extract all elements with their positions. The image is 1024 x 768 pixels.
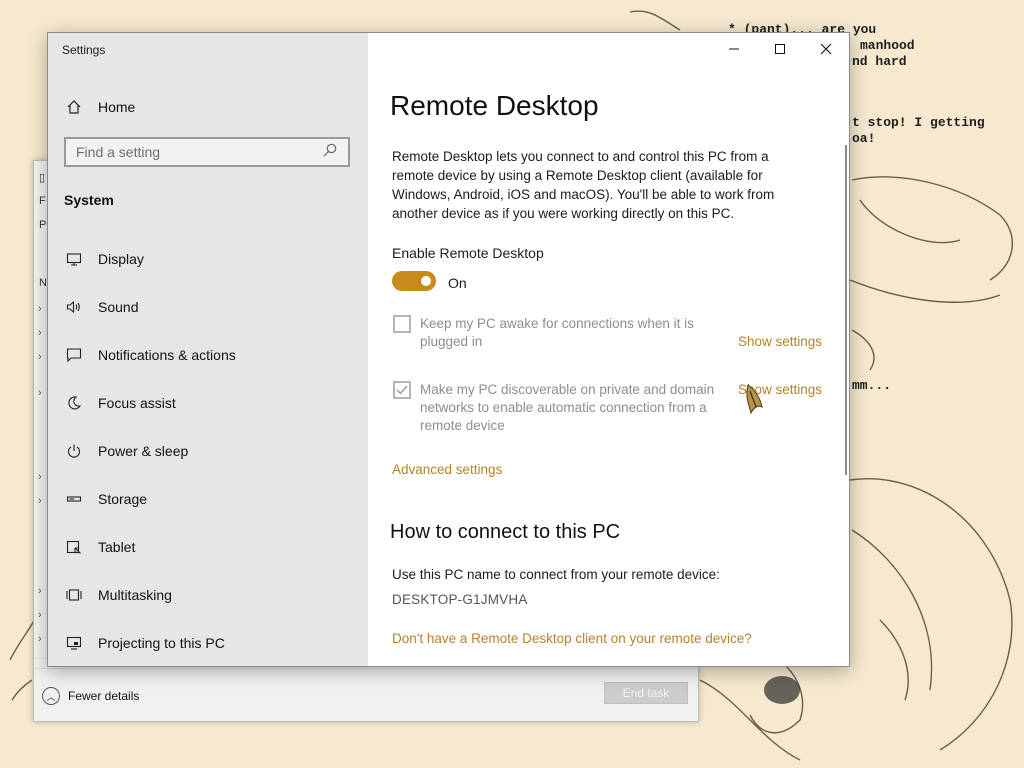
projector-icon [64,635,84,651]
nav-storage-label: Storage [98,491,148,507]
expand-chevron-icon[interactable]: › [38,633,42,645]
nav-home-label: Home [98,99,136,115]
expand-chevron-icon[interactable]: › [38,495,42,507]
keep-awake-checkbox[interactable] [393,315,411,333]
checkmark-icon [396,385,408,395]
pc-name: DESKTOP-G1JMVHA [392,592,528,607]
home-icon [64,99,84,115]
get-client-link[interactable]: Don't have a Remote Desktop client on yo… [392,631,752,646]
moon-icon [64,395,84,411]
fewer-details-button[interactable]: ︿ Fewer details [42,687,139,705]
enable-remote-desktop-toggle[interactable] [392,271,436,291]
close-icon [820,43,832,55]
keep-awake-show-settings-link[interactable]: Show settings [738,334,822,349]
nav-notifications-label: Notifications & actions [98,347,236,363]
storage-icon [64,491,84,507]
minimize-button[interactable] [711,33,757,65]
nav-tablet-label: Tablet [98,539,136,555]
end-task-button[interactable]: End task [604,682,688,704]
nav-power-sleep-label: Power & sleep [98,443,189,459]
nav-home[interactable]: Home [48,87,368,127]
toggle-state-label: On [448,275,467,291]
task-manager-letter: F [39,195,46,207]
speaker-icon [64,299,84,315]
expand-chevron-icon[interactable]: › [38,471,42,483]
nav-sound[interactable]: Sound [48,287,368,327]
power-icon [64,443,84,459]
expand-chevron-icon[interactable]: › [38,303,42,315]
nav-focus-assist[interactable]: Focus assist [48,383,368,423]
task-manager-footer: ︿ Fewer details End task [34,668,698,721]
nav-focus-assist-label: Focus assist [98,395,176,411]
display-icon [64,251,84,267]
nav-sound-label: Sound [98,299,139,315]
comic-text-line: mm... [852,378,892,393]
chevron-up-icon: ︿ [42,687,60,705]
settings-window: Settings Home System Display Sound [47,32,850,667]
nav-power-sleep[interactable]: Power & sleep [48,431,368,471]
nav-storage[interactable]: Storage [48,479,368,519]
how-to-connect-heading: How to connect to this PC [390,521,621,543]
maximize-icon [775,44,785,54]
settings-content: Remote Desktop Remote Desktop lets you c… [368,33,849,666]
keep-awake-label: Keep my PC awake for connections when it… [420,316,694,349]
expand-chevron-icon[interactable]: › [38,609,42,621]
window-title: Settings [62,43,106,57]
close-button[interactable] [803,33,849,65]
notification-icon [64,347,84,363]
search-icon[interactable] [322,142,340,163]
comic-text-line: manhood [860,38,915,53]
nav-projecting[interactable]: Projecting to this PC [48,623,368,663]
comic-text-line: t stop! I getting [852,115,985,130]
mouse-cursor-icon [746,384,763,415]
nav-display-label: Display [98,251,144,267]
tablet-icon [64,539,84,555]
find-setting-search[interactable] [64,137,350,167]
task-manager-letter: N [39,277,47,289]
remote-desktop-description: Remote Desktop lets you connect to and c… [392,149,775,221]
advanced-settings-link[interactable]: Advanced settings [392,462,502,477]
task-manager-letter: P [39,219,47,231]
nav-display[interactable]: Display [48,239,368,279]
section-title: System [64,192,114,208]
expand-chevron-icon[interactable]: › [38,327,42,339]
toggle-knob [421,276,431,286]
fewer-details-label: Fewer details [68,689,140,703]
expand-chevron-icon[interactable]: › [38,387,42,399]
expand-chevron-icon[interactable]: › [38,585,42,597]
maximize-button[interactable] [757,33,803,65]
settings-sidebar: Settings Home System Display Sound [48,33,368,666]
comic-text-line: oa! [852,131,876,146]
page-title: Remote Desktop [390,90,599,121]
nav-tablet[interactable]: Tablet [48,527,368,567]
nav-multitasking-label: Multitasking [98,587,172,603]
search-input[interactable] [74,143,322,161]
nav-notifications[interactable]: Notifications & actions [48,335,368,375]
nav-multitasking[interactable]: Multitasking [48,575,368,615]
comic-text-line: nd hard [852,54,907,69]
vertical-scrollbar[interactable] [845,145,847,475]
task-manager-icon: ▯ [39,172,46,184]
minimize-icon [729,48,739,50]
nav-projecting-label: Projecting to this PC [98,635,225,651]
use-pc-name-text: Use this PC name to connect from your re… [392,567,720,582]
discoverable-checkbox[interactable] [393,381,411,399]
multitasking-icon [64,587,84,603]
expand-chevron-icon[interactable]: › [38,351,42,363]
enable-remote-desktop-label: Enable Remote Desktop [392,245,544,261]
discoverable-label: Make my PC discoverable on private and d… [420,382,715,433]
